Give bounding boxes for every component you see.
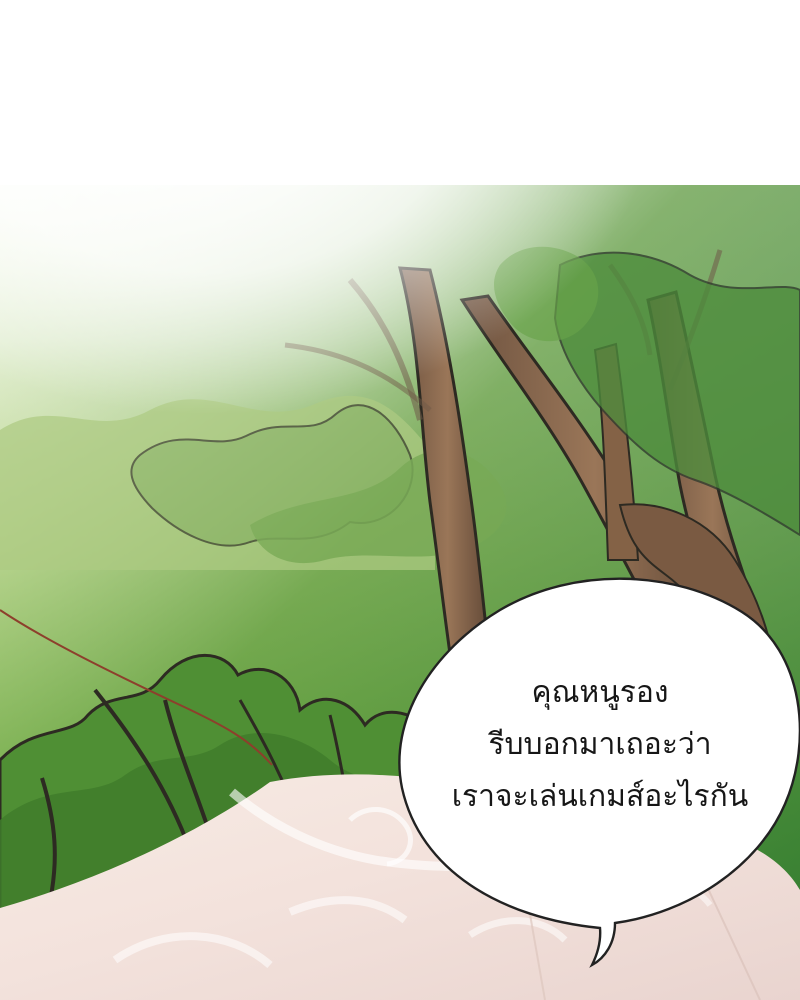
speech-line-1: คุณหนูรอง: [531, 675, 669, 710]
speech-bubble-text: คุณหนูรอง รีบบอกมาเถอะว่า เราจะเล่นเกมส์…: [400, 640, 800, 850]
comic-panel: คุณหนูรอง รีบบอกมาเถอะว่า เราจะเล่นเกมส์…: [0, 0, 800, 1000]
speech-line-3: เราจะเล่นเกมส์อะไรกัน: [451, 779, 749, 814]
speech-line-2: รีบบอกมาเถอะว่า: [488, 727, 712, 762]
forest-scene-illustration: [0, 0, 800, 1000]
